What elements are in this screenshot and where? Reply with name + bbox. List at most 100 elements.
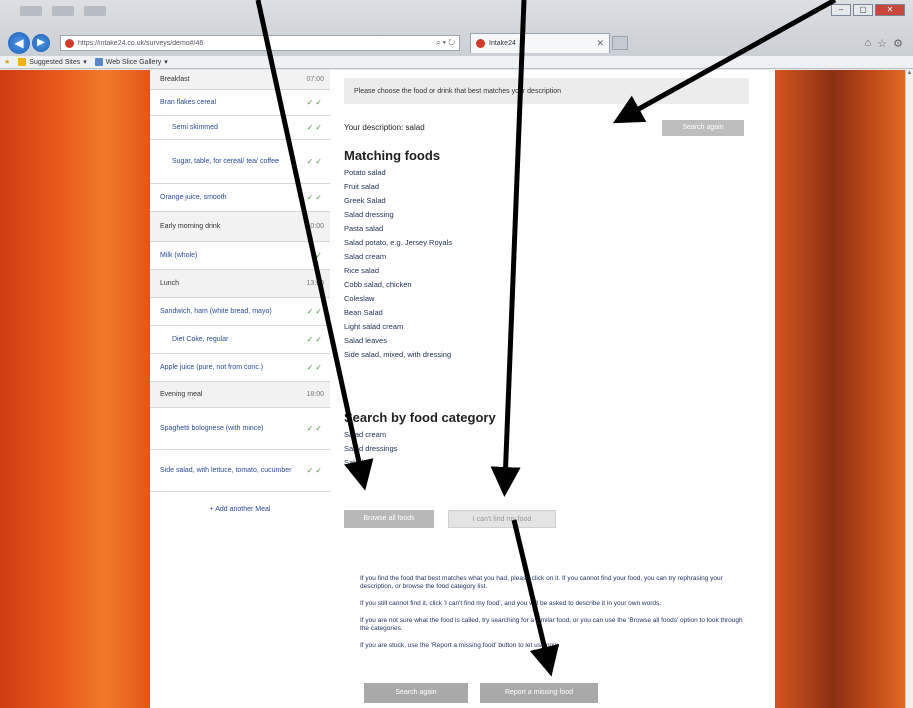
help-paragraph: If you are stuck, use the 'Report a miss… <box>360 642 560 649</box>
food-option[interactable]: Salad dressing <box>344 208 452 222</box>
web-slice-icon <box>94 58 103 66</box>
meal-food-item[interactable]: Milk (whole) ✓ <box>150 242 330 270</box>
report-missing-food-button[interactable]: Report a missing food <box>480 683 598 703</box>
favorites-star-icon[interactable]: ★ <box>4 58 10 66</box>
matching-foods-heading: Matching foods <box>344 148 441 163</box>
toolbar-icon[interactable] <box>52 6 74 16</box>
meal-header[interactable]: Evening meal 18:00 <box>150 382 330 408</box>
meal-item-label: Side salad, with lettuce, tomato, cucumb… <box>160 466 292 474</box>
forward-icon[interactable]: ▶ <box>32 34 50 52</box>
meal-item-label: Diet Coke, regular <box>172 335 229 343</box>
suggested-sites-icon <box>18 58 27 66</box>
meal-food-item[interactable]: Spaghetti bolognese (with mince) ✓✓ <box>150 408 330 450</box>
favorites-star-icon[interactable]: ☆ <box>877 37 887 50</box>
food-option[interactable]: Side salad, mixed, with dressing <box>344 348 452 362</box>
check-icon: ✓✓ <box>306 307 324 316</box>
meal-food-item[interactable]: Apple juice (pure, not from conc.) ✓✓ <box>150 354 330 382</box>
matching-foods-list: Potato salad Fruit salad Greek Salad Salad … <box>344 166 452 362</box>
meal-header[interactable]: Breakfast 07:00 <box>150 70 330 90</box>
search-row: Your description: salad Search again <box>344 120 749 136</box>
settings-gear-icon[interactable]: ⚙ <box>893 37 903 50</box>
browse-all-foods-button[interactable]: Browse all foods <box>344 510 434 528</box>
category-option[interactable]: Salad cream <box>344 428 397 442</box>
help-paragraph: If you find the food that best matches w… <box>360 575 723 590</box>
category-option[interactable]: Salads <box>344 456 397 470</box>
scroll-up-icon[interactable]: ▲ <box>906 70 913 76</box>
food-option[interactable]: Salad potato, e.g. Jersey Royals <box>344 236 452 250</box>
background-right <box>775 70 905 708</box>
help-paragraph: If you are not sure what the food is cal… <box>360 617 743 632</box>
food-option[interactable]: Coleslaw <box>344 292 452 306</box>
new-tab-button[interactable] <box>612 36 628 50</box>
food-option[interactable]: Salad leaves <box>344 334 452 348</box>
search-again-help-button[interactable]: Search again <box>364 683 468 703</box>
check-icon: ✓✓ <box>306 98 324 107</box>
meal-item-label: Bran flakes cereal <box>160 98 217 106</box>
cant-find-food-button[interactable]: I can't find my food <box>448 510 556 528</box>
category-heading: Search by food category <box>344 410 496 425</box>
meal-food-item[interactable]: Semi skimmed ✓✓ <box>150 116 330 140</box>
food-option[interactable]: Bean Salad <box>344 306 452 320</box>
food-option[interactable]: Potato salad <box>344 166 452 180</box>
window-controls: – ▢ ✕ <box>831 4 905 16</box>
food-option[interactable]: Pasta salad <box>344 222 452 236</box>
tab-close-icon[interactable]: ✕ <box>596 38 604 49</box>
meal-item-label: Orange juice, smooth <box>160 193 227 201</box>
meal-food-item[interactable]: Sandwich, ham (white bread, mayo) ✓✓ <box>150 298 330 326</box>
meal-header[interactable]: Lunch 13:00 <box>150 270 330 298</box>
favorites-item-webslice[interactable]: Web Slice Gallery ▾ <box>94 58 168 66</box>
meal-food-item[interactable]: Sugar, table, for cereal/ tea/ coffee ✓✓ <box>150 140 330 184</box>
prompt-text: Please choose the food or drink that bes… <box>354 87 562 95</box>
food-option[interactable]: Light salad cream <box>344 320 452 334</box>
check-icon: ✓✓ <box>306 123 324 132</box>
food-option[interactable]: Greek Salad <box>344 194 452 208</box>
meal-navigation: Breakfast 07:00 Bran flakes cereal ✓✓ Semi s… <box>150 70 330 708</box>
toolbar-icon[interactable] <box>84 6 106 16</box>
check-icon: ✓✓ <box>306 157 324 166</box>
category-option[interactable]: Salad dressings <box>344 442 397 456</box>
close-window-icon[interactable]: ✕ <box>875 4 905 16</box>
chevron-down-icon: ▾ <box>83 59 87 66</box>
browser-tab[interactable]: Intake24 ✕ <box>470 33 610 53</box>
add-another-meal-link[interactable]: + Add another Meal <box>150 506 330 513</box>
help-text: If you find the food that best matches w… <box>360 575 750 659</box>
browser-chrome: – ▢ ✕ ◀ ▶ https://intake24.co.uk/surveys… <box>0 0 913 62</box>
maximize-icon[interactable]: ▢ <box>853 4 873 16</box>
meal-time: 07:00 <box>306 76 324 83</box>
browse-buttons: Browse all foods I can't find my food <box>344 510 556 528</box>
check-icon: ✓✓ <box>306 335 324 344</box>
meal-item-label: Semi skimmed <box>172 123 218 131</box>
food-option[interactable]: Salad cream <box>344 250 452 264</box>
help-buttons: Search again Report a missing food <box>364 683 598 703</box>
meal-item-label: Lunch <box>160 279 180 287</box>
toolbar-icon[interactable] <box>20 6 42 16</box>
check-icon: ✓✓ <box>306 466 324 475</box>
favorites-item-suggested[interactable]: Suggested Sites ▾ <box>18 58 87 66</box>
prompt-bar: Please choose the food or drink that bes… <box>344 78 749 104</box>
minimize-icon[interactable]: – <box>831 4 851 16</box>
meal-food-item[interactable]: Side salad, with lettuce, tomato, cucumb… <box>150 450 330 492</box>
help-paragraph: If you still cannot find it, click 'I ca… <box>360 600 662 607</box>
food-option[interactable]: Cobb salad, chicken <box>344 278 452 292</box>
favorites-bar: ★ Suggested Sites ▾ Web Slice Gallery ▾ <box>0 56 913 69</box>
background-left <box>0 70 150 708</box>
food-option[interactable]: Rice salad <box>344 264 452 278</box>
meal-item-label: Spaghetti bolognese (with mince) <box>160 424 264 432</box>
meal-food-item[interactable]: Orange juice, smooth ✓✓ <box>150 184 330 212</box>
meal-food-item[interactable]: Bran flakes cereal ✓✓ <box>150 90 330 116</box>
back-icon[interactable]: ◀ <box>8 32 30 54</box>
browser-tools: ⌂ ☆ ⚙ <box>865 37 903 50</box>
navigation-bar: ◀ ▶ https://intake24.co.uk/surveys/demo#… <box>0 32 913 54</box>
meal-header[interactable]: Early morning drink 10:00 <box>150 212 330 242</box>
meal-time: 18:00 <box>306 391 324 398</box>
meal-food-item[interactable]: Diet Coke, regular ✓✓ <box>150 326 330 354</box>
tab-favicon-icon <box>476 39 485 48</box>
check-icon: ✓✓ <box>306 424 324 433</box>
vertical-scrollbar[interactable]: ▲ <box>905 70 913 708</box>
home-icon[interactable]: ⌂ <box>865 37 872 50</box>
food-option[interactable]: Fruit salad <box>344 180 452 194</box>
search-again-button[interactable]: Search again <box>662 120 744 136</box>
address-bar[interactable]: https://intake24.co.uk/surveys/demo#/46 … <box>60 35 460 51</box>
quick-access-toolbar <box>20 6 106 16</box>
search-refresh-icon[interactable]: ⌕ ▾ ↻ <box>436 38 455 48</box>
